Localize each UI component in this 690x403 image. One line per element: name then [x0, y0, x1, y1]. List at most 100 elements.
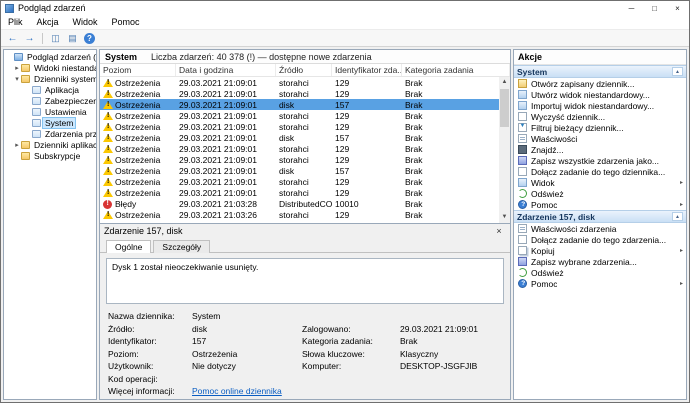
- actions-list-event: Właściwości zdarzenia Dołącz zadanie do …: [514, 223, 686, 289]
- column-header[interactable]: Identyfikator zda...: [332, 64, 402, 76]
- collapse-section-icon[interactable]: ▲: [672, 212, 683, 221]
- tree-item[interactable]: ▸ Widoki niestandardowe: [4, 62, 96, 73]
- action-item[interactable]: Kopiuj ▸: [514, 245, 686, 256]
- back-icon[interactable]: ←: [5, 32, 20, 45]
- action-item[interactable]: Zapisz wybrane zdarzenia...: [514, 256, 686, 267]
- scrollbar-thumb[interactable]: [500, 89, 509, 127]
- action-item[interactable]: Widok ▸: [514, 177, 686, 188]
- tree-item[interactable]: Podgląd zdarzeń (Lokalny): [4, 51, 96, 62]
- view-icon: [518, 178, 527, 187]
- actions-list-system: Otwórz zapisany dziennik... Utwórz widok…: [514, 78, 686, 210]
- tree-item[interactable]: ▾ Dzienniki systemu Windows: [4, 73, 96, 84]
- close-button[interactable]: ×: [666, 1, 689, 16]
- action-item[interactable]: Odśwież: [514, 188, 686, 199]
- refresh-icon: [518, 268, 527, 277]
- actions-section-header-event[interactable]: Zdarzenie 157, disk ▲: [514, 210, 686, 223]
- source-cell: storahci: [276, 210, 332, 220]
- date-cell: 29.03.2021 21:09:01: [176, 78, 276, 88]
- action-label: Pomoc: [531, 200, 557, 210]
- console-tree-toggle-icon[interactable]: ◫: [48, 32, 63, 45]
- close-preview-icon[interactable]: ×: [492, 226, 506, 236]
- action-label: Otwórz zapisany dziennik...: [531, 79, 634, 89]
- submenu-arrow-icon: ▸: [680, 247, 686, 254]
- action-item[interactable]: Właściwości zdarzenia: [514, 223, 686, 234]
- column-header[interactable]: Data i godzina: [176, 64, 276, 76]
- action-item[interactable]: Zapisz wszystkie zdarzenia jako...: [514, 155, 686, 166]
- event-row[interactable]: Ostrzeżenia 29.03.2021 21:09:01 storahci…: [100, 143, 499, 154]
- menu-item[interactable]: Plik: [1, 16, 30, 29]
- action-item[interactable]: Znajdź...: [514, 144, 686, 155]
- forward-icon[interactable]: →: [22, 32, 37, 45]
- log-icon: [32, 86, 41, 94]
- preview-tab[interactable]: Ogólne: [106, 240, 151, 253]
- preview-tabs: OgólneSzczegóły: [100, 238, 510, 253]
- menu-item[interactable]: Pomoc: [105, 16, 147, 29]
- maximize-button[interactable]: □: [643, 1, 666, 16]
- action-item[interactable]: Filtruj bieżący dziennik...: [514, 122, 686, 133]
- action-item[interactable]: Pomoc ▸: [514, 199, 686, 210]
- action-label: Dołącz zadanie do tego zdarzenia...: [531, 235, 666, 245]
- tree-item[interactable]: Ustawienia: [4, 106, 96, 117]
- detail-value: [192, 375, 302, 384]
- tree-expander-icon[interactable]: ▸: [13, 141, 21, 149]
- help-toolbar-icon[interactable]: ?: [84, 33, 95, 44]
- action-label: Odśwież: [531, 189, 564, 199]
- column-header[interactable]: Źródło: [276, 64, 332, 76]
- level-icon: [103, 100, 113, 110]
- event-row[interactable]: Ostrzeżenia 29.03.2021 21:09:01 storahci…: [100, 77, 499, 88]
- tree-item-label: Subskrypcje: [32, 151, 82, 161]
- scroll-up-icon[interactable]: ▲: [502, 77, 508, 88]
- action-item[interactable]: Właściwości: [514, 133, 686, 144]
- tree-item[interactable]: ▸ Dzienniki aplikacji i usług: [4, 139, 96, 150]
- event-row[interactable]: Ostrzeżenia 29.03.2021 21:09:01 storahci…: [100, 110, 499, 121]
- action-label: Importuj widok niestandardowy...: [531, 101, 654, 111]
- collapse-section-icon[interactable]: ▲: [672, 67, 683, 76]
- level-icon: [103, 166, 113, 176]
- event-row[interactable]: Ostrzeżenia 29.03.2021 21:09:01 storahci…: [100, 176, 499, 187]
- menu-item[interactable]: Akcja: [30, 16, 66, 29]
- column-header[interactable]: Poziom: [100, 64, 176, 76]
- tree-item[interactable]: Zabezpieczenia: [4, 95, 96, 106]
- action-item[interactable]: Dołącz zadanie do tego zdarzenia...: [514, 234, 686, 245]
- category-cell: Brak: [402, 111, 499, 121]
- event-row[interactable]: Ostrzeżenia 29.03.2021 21:09:01 storahci…: [100, 88, 499, 99]
- tree-expander-icon[interactable]: ▸: [13, 64, 21, 72]
- action-item[interactable]: Pomoc ▸: [514, 278, 686, 289]
- level-cell: Ostrzeżenia: [100, 210, 176, 220]
- event-row[interactable]: Błędy 29.03.2021 21:03:28 DistributedCOM…: [100, 198, 499, 209]
- event-id-cell: 129: [332, 210, 402, 220]
- tree-item[interactable]: Subskrypcje: [4, 150, 96, 161]
- event-row[interactable]: Ostrzeżenia 29.03.2021 21:09:01 storahci…: [100, 154, 499, 165]
- event-row[interactable]: Ostrzeżenia 29.03.2021 21:09:01 disk 157…: [100, 99, 499, 110]
- level-cell: Ostrzeżenia: [100, 166, 176, 176]
- tree-expander-icon[interactable]: ▾: [13, 75, 21, 83]
- event-row[interactable]: Ostrzeżenia 29.03.2021 21:09:01 disk 157…: [100, 132, 499, 143]
- scroll-down-icon[interactable]: ▼: [502, 212, 508, 223]
- event-row[interactable]: Ostrzeżenia 29.03.2021 21:09:01 storahci…: [100, 121, 499, 132]
- preview-tab[interactable]: Szczegóły: [153, 240, 210, 253]
- event-row[interactable]: Ostrzeżenia 29.03.2021 21:09:01 storahci…: [100, 187, 499, 198]
- action-item[interactable]: Importuj widok niestandardowy...: [514, 100, 686, 111]
- detail-label: Nazwa dziennika:: [108, 312, 192, 321]
- detail-label: Kategoria zadania:: [302, 337, 400, 346]
- event-row[interactable]: Ostrzeżenia 29.03.2021 21:09:01 disk 157…: [100, 165, 499, 176]
- action-item[interactable]: Dołącz zadanie do tego dziennika...: [514, 166, 686, 177]
- event-row[interactable]: Ostrzeżenia 29.03.2021 21:03:26 storahci…: [100, 209, 499, 220]
- action-label: Zapisz wybrane zdarzenia...: [531, 257, 637, 267]
- menu-item[interactable]: Widok: [66, 16, 105, 29]
- column-header[interactable]: Kategoria zadania: [402, 64, 510, 76]
- vertical-scrollbar[interactable]: ▲ ▼: [499, 77, 510, 223]
- titlebar: Podgląd zdarzeń ─ □ ×: [1, 1, 689, 16]
- level-label: Ostrzeżenia: [115, 122, 160, 132]
- action-item[interactable]: Otwórz zapisany dziennik...: [514, 78, 686, 89]
- action-item[interactable]: Odśwież: [514, 267, 686, 278]
- action-item[interactable]: Utwórz widok niestandardowy...: [514, 89, 686, 100]
- action-item[interactable]: Wyczyść dziennik...: [514, 111, 686, 122]
- log-online-help-link[interactable]: Pomoc online dziennika: [192, 387, 302, 396]
- tree-item[interactable]: System: [4, 117, 96, 128]
- minimize-button[interactable]: ─: [620, 1, 643, 16]
- tree-item[interactable]: Zdarzenia przesyłane dale...: [4, 128, 96, 139]
- actions-section-header-system[interactable]: System ▲: [514, 65, 686, 78]
- properties-toolbar-icon[interactable]: ▤: [65, 32, 80, 45]
- tree-item[interactable]: Aplikacja: [4, 84, 96, 95]
